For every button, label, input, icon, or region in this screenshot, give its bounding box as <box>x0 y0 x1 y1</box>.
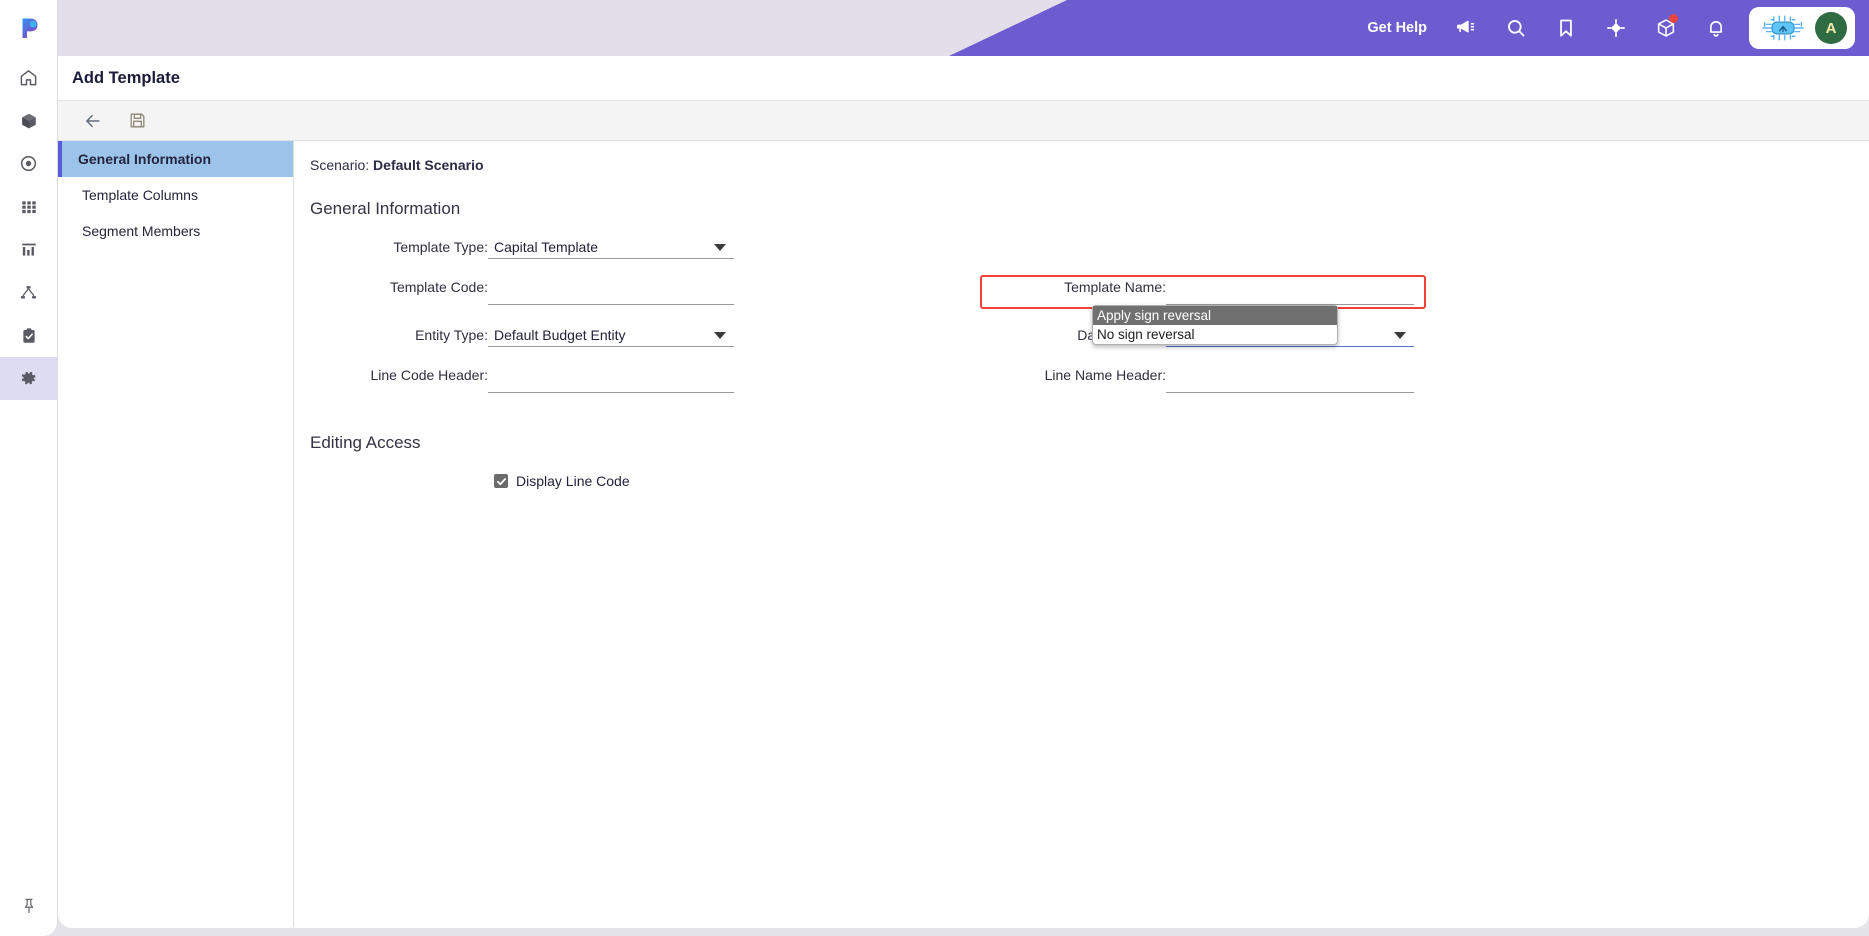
tab-label: Segment Members <box>82 223 201 239</box>
bell-icon <box>1710 21 1722 37</box>
avatar[interactable]: A <box>1815 12 1847 44</box>
app-logo[interactable] <box>0 0 57 56</box>
field-label: Line Code Header: <box>370 367 488 383</box>
clipboard-check-icon <box>22 327 35 343</box>
display-line-code-label: Display Line Code <box>516 473 630 489</box>
field-label: Template Type: <box>393 238 488 255</box>
pin-icon <box>24 898 33 914</box>
field-label: Template Code: <box>389 279 488 295</box>
header-actions: Get Help A <box>1353 0 1869 56</box>
arrow-left-icon <box>86 114 100 127</box>
scenario-value: Default Scenario <box>373 157 484 173</box>
general-fields-grid: Template Type: Capital Template Template… <box>310 235 1869 411</box>
body-split: General Information Template Columns Seg… <box>58 141 1869 927</box>
target-icon <box>1607 19 1625 37</box>
top-header-bar: Get Help A <box>58 0 1869 56</box>
page-toolbar <box>58 100 1869 141</box>
entity-type-select[interactable]: Default Budget Entity <box>488 323 734 347</box>
display-line-code-row: Display Line Code <box>310 473 1869 489</box>
field-template-code: Template Code: <box>310 279 734 323</box>
sidebar-item-models[interactable] <box>0 99 58 142</box>
scenario-label: Scenario: <box>310 157 370 173</box>
package-badge-dot <box>1669 14 1678 23</box>
gear-icon <box>21 371 36 385</box>
sidebar-item-tasks[interactable] <box>0 314 58 357</box>
check-icon <box>496 477 506 485</box>
p-logo-icon <box>22 18 37 38</box>
hierarchy-icon <box>20 286 37 299</box>
right-column-spacer <box>986 235 1414 279</box>
target-circle-icon <box>20 155 37 172</box>
grid-icon <box>21 200 36 213</box>
window-bottom-strip <box>0 928 1869 936</box>
home-icon <box>20 70 37 86</box>
bookmark-icon <box>1560 19 1572 37</box>
announcement-icon <box>1457 20 1475 33</box>
tab-label: Template Columns <box>82 187 198 203</box>
data-transfer-options-list[interactable]: Apply sign reversal No sign reversal <box>1092 305 1338 345</box>
line-code-header-input[interactable] <box>488 369 734 393</box>
chevron-down-icon <box>714 244 726 251</box>
field-line-code-header: Line Code Header: <box>310 367 734 411</box>
chart-icon <box>21 243 36 256</box>
bookmark-button[interactable] <box>1541 0 1591 56</box>
form-column-left: Template Type: Capital Template Template… <box>310 235 734 411</box>
ai-chip-icon <box>1762 15 1804 41</box>
search-icon <box>1508 20 1525 37</box>
template-name-input[interactable] <box>1166 281 1414 305</box>
announcement-button[interactable] <box>1441 0 1491 56</box>
option-apply-sign-reversal[interactable]: Apply sign reversal <box>1093 306 1337 325</box>
field-value: Capital Template <box>494 238 599 255</box>
sidebar-item-hierarchy[interactable] <box>0 271 58 314</box>
user-menu[interactable]: A <box>1749 7 1855 49</box>
sidebar-item-home[interactable] <box>0 56 58 99</box>
form-column-right: Template Name: Data Transfer: Apply sig <box>980 235 1426 411</box>
template-type-select[interactable]: Capital Template <box>488 235 734 259</box>
sidebar-item-settings[interactable] <box>0 357 58 400</box>
chevron-down-icon <box>1394 332 1406 339</box>
get-help-button[interactable]: Get Help <box>1353 20 1441 36</box>
section-heading-general: General Information <box>310 199 461 218</box>
template-code-input[interactable] <box>488 281 734 305</box>
option-no-sign-reversal[interactable]: No sign reversal <box>1093 325 1337 344</box>
sidebar-item-targets[interactable] <box>0 142 58 185</box>
save-button[interactable] <box>118 105 156 137</box>
app-root: Get Help A Add Template General Informat… <box>0 0 1869 936</box>
target-button[interactable] <box>1591 0 1641 56</box>
tab-general-information[interactable]: General Information <box>58 141 293 177</box>
sidebar-item-grid[interactable] <box>0 185 58 228</box>
page-container: Add Template General Information Templat… <box>58 56 1869 928</box>
field-entity-type: Entity Type: Default Budget Entity <box>310 323 734 367</box>
field-label: Line Name Header: <box>1044 367 1166 383</box>
display-line-code-checkbox[interactable] <box>494 474 508 488</box>
package-button[interactable] <box>1641 0 1691 56</box>
pin-sidebar-button[interactable] <box>0 876 57 936</box>
form-area: Scenario: Default Scenario General Infor… <box>294 141 1869 927</box>
sidebar-item-reports[interactable] <box>0 228 58 271</box>
notifications-button[interactable] <box>1691 0 1741 56</box>
section-heading-editing-access: Editing Access <box>310 433 421 452</box>
tab-label: General Information <box>78 151 212 167</box>
tab-template-columns[interactable]: Template Columns <box>58 177 293 213</box>
chevron-down-icon <box>714 332 726 339</box>
field-line-name-header: Line Name Header: <box>986 367 1414 411</box>
tab-list: General Information Template Columns Seg… <box>58 141 294 927</box>
field-value: Default Budget Entity <box>494 326 626 343</box>
field-label: Entity Type: <box>415 326 488 343</box>
left-nav-rail <box>0 0 58 936</box>
line-name-header-input[interactable] <box>1166 369 1414 393</box>
field-label: Template Name: <box>1064 279 1166 295</box>
box-icon <box>21 113 36 128</box>
search-button[interactable] <box>1491 0 1541 56</box>
field-template-type: Template Type: Capital Template <box>310 235 734 279</box>
page-title: Add Template <box>58 56 1869 100</box>
scenario-line: Scenario: Default Scenario <box>310 157 1869 173</box>
back-button[interactable] <box>74 105 112 137</box>
save-disk-icon <box>130 113 144 128</box>
tab-segment-members[interactable]: Segment Members <box>58 213 293 249</box>
